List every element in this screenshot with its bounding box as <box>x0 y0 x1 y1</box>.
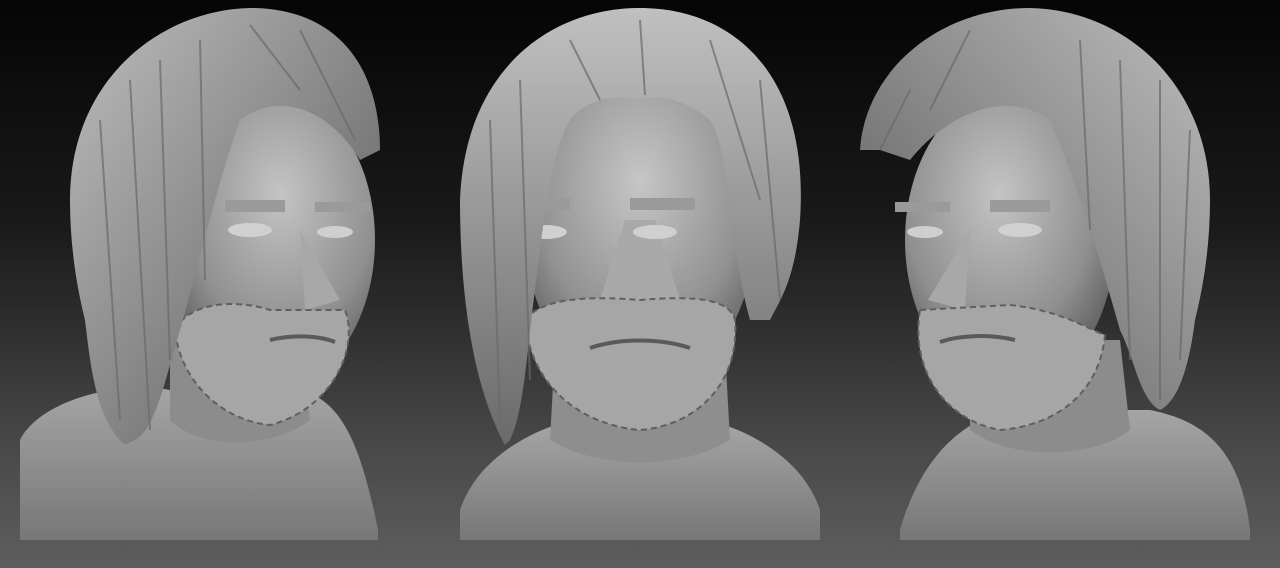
bust-front <box>460 8 820 540</box>
sculpt-viewport <box>0 0 1280 568</box>
bust-three-quarter-right <box>20 8 380 540</box>
bust-three-quarter-left <box>860 8 1250 540</box>
